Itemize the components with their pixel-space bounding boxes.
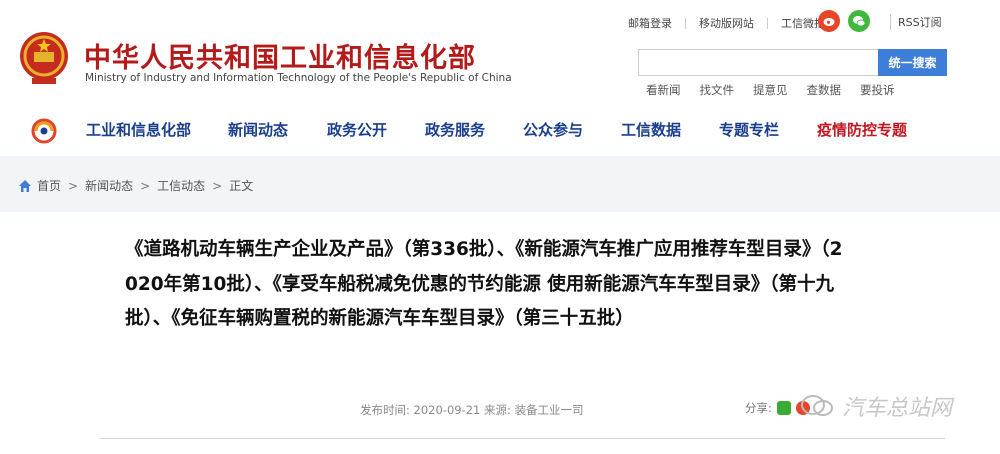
breadcrumb-news[interactable]: 新闻动态 xyxy=(85,177,133,194)
share-label: 分享: xyxy=(745,401,772,415)
social-icons xyxy=(818,10,870,32)
watermark: 汽车总站网 xyxy=(800,390,952,422)
site-subtitle: Ministry of Industry and Information Tec… xyxy=(85,72,512,84)
quick-links: 看新闻 找文件 提意见 查数据 要投诉 xyxy=(646,82,895,98)
breadcrumb-separator: > xyxy=(212,178,223,193)
breadcrumb-home[interactable]: 首页 xyxy=(37,177,61,194)
site-title[interactable]: 中华人民共和国工业和信息化部 xyxy=(84,36,476,75)
breadcrumb-miit-news[interactable]: 工信动态 xyxy=(157,177,205,194)
nav-item-ministry[interactable]: 工业和信息化部 xyxy=(86,119,191,140)
source-value: 装备工业一司 xyxy=(514,403,584,417)
rss-link[interactable]: RSS订阅 xyxy=(890,14,942,30)
wechat-share-icon[interactable] xyxy=(776,401,791,415)
source-label: 来源: xyxy=(484,403,511,417)
quick-link-complaint[interactable]: 要投诉 xyxy=(860,82,895,98)
breadcrumb-current: 正文 xyxy=(229,179,254,193)
quick-link-news[interactable]: 看新闻 xyxy=(646,82,681,98)
mail-login-link[interactable]: 邮箱登录 xyxy=(615,15,685,31)
breadcrumb: 首页 > 新闻动态 > 工信动态 > 正文 xyxy=(18,177,253,194)
miit-logo-icon xyxy=(31,118,57,144)
article-meta: 发布时间: 2020-09-21 来源: 装备工业一司 xyxy=(360,402,584,418)
nav-item-gov-services[interactable]: 政务服务 xyxy=(425,119,485,140)
top-links: 邮箱登录 移动版网站 工信微报 xyxy=(615,14,838,32)
quick-link-feedback[interactable]: 提意见 xyxy=(753,82,788,98)
wechat-icon[interactable] xyxy=(848,10,870,32)
main-nav: 工业和信息化部 新闻动态 政务公开 政务服务 公众参与 工信数据 专题专栏 疫情… xyxy=(0,110,1000,156)
quick-link-files[interactable]: 找文件 xyxy=(700,82,735,98)
watermark-logo-icon xyxy=(801,395,833,416)
search-button[interactable]: 统一搜索 xyxy=(878,49,947,76)
mobile-site-link[interactable]: 移动版网站 xyxy=(686,15,767,31)
home-icon[interactable] xyxy=(18,179,32,193)
publish-date: 2020-09-21 xyxy=(413,403,481,417)
article-title: 《道路机动车辆生产企业及产品》（第336批）、《新能源汽车推广应用推荐车型目录》… xyxy=(125,239,843,329)
nav-item-data[interactable]: 工信数据 xyxy=(621,119,681,140)
nav-item-news[interactable]: 新闻动态 xyxy=(228,119,288,140)
breadcrumb-separator: > xyxy=(68,178,79,193)
quick-link-data[interactable]: 查数据 xyxy=(807,82,842,98)
breadcrumb-separator: > xyxy=(140,178,151,193)
content-divider xyxy=(100,438,945,439)
publish-label: 发布时间: xyxy=(360,403,410,417)
watermark-text: 汽车总站网 xyxy=(842,396,953,421)
nav-item-public-participation[interactable]: 公众参与 xyxy=(523,119,583,140)
weibo-icon[interactable] xyxy=(818,10,840,32)
search-input[interactable] xyxy=(638,49,878,76)
site-header: 中华人民共和国工业和信息化部 Ministry of Industry and … xyxy=(0,0,1000,110)
nav-item-gov-affairs[interactable]: 政务公开 xyxy=(327,119,387,140)
national-emblem-icon[interactable] xyxy=(18,30,70,86)
nav-item-epidemic[interactable]: 疫情防控专题 xyxy=(817,119,907,140)
nav-item-topics[interactable]: 专题专栏 xyxy=(719,119,779,140)
